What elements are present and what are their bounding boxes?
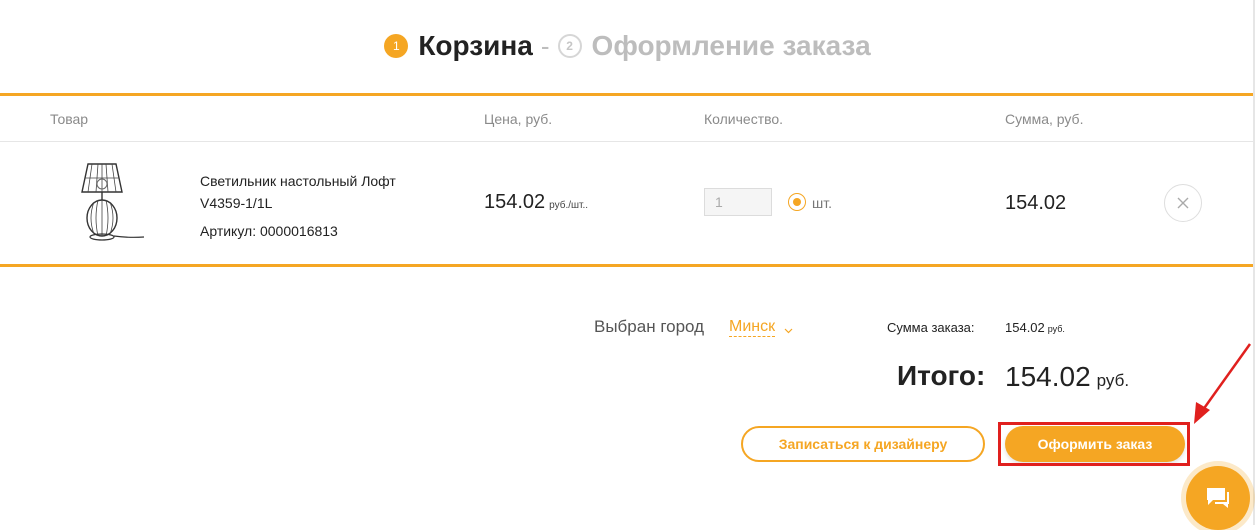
table-top-border <box>0 93 1253 96</box>
table-lamp-icon[interactable] <box>48 158 158 246</box>
annotation-arrow-icon <box>1194 343 1252 424</box>
designer-signup-button[interactable]: Записаться к дизайнеру <box>741 426 985 462</box>
step-1-title: Корзина <box>418 30 533 61</box>
steps-separator: - <box>540 30 550 61</box>
unit-radio[interactable] <box>788 193 806 211</box>
order-sum-label: Сумма заказа: <box>887 320 975 335</box>
product-price: 154.02 руб./шт.. <box>484 191 588 214</box>
annotation-highlight-box <box>998 422 1190 466</box>
city-selector[interactable]: Минск <box>729 318 776 337</box>
row-sum: 154.02 <box>1005 192 1067 214</box>
product-sku: Артикул: 0000016813 <box>200 223 338 239</box>
remove-item-button[interactable] <box>1164 184 1202 222</box>
unit-label: шт. <box>812 195 832 211</box>
price-value: 154.02 <box>484 191 546 213</box>
quantity-input[interactable] <box>704 188 772 216</box>
order-sum-value: 154.02 <box>1005 320 1045 335</box>
total: 154.02 руб. <box>1005 361 1129 393</box>
step-1-number: 1 <box>384 34 409 58</box>
city-label: Выбран город <box>594 317 705 336</box>
order-sum-unit: руб. <box>1047 324 1065 334</box>
total-value: 154.02 <box>1005 361 1091 392</box>
chevron-down-icon[interactable] <box>784 321 793 339</box>
header-divider <box>0 141 1253 142</box>
close-icon <box>1177 197 1189 209</box>
step-2-number: 2 <box>557 34 582 58</box>
product-name[interactable]: Светильник настольный Лофт V4359-1/1L <box>200 170 440 214</box>
checkout-steps: 1 Корзина - 2 Оформление заказа <box>0 24 1255 68</box>
step-2-title[interactable]: Оформление заказа <box>592 30 871 62</box>
chat-icon <box>1207 488 1229 508</box>
table-bottom-border <box>0 264 1253 267</box>
column-header-sum: Сумма, руб. <box>1005 111 1084 127</box>
price-unit: руб./шт.. <box>549 200 589 211</box>
chat-button[interactable] <box>1186 466 1250 530</box>
total-unit: руб. <box>1096 371 1130 390</box>
column-header-price: Цена, руб. <box>484 111 553 127</box>
column-header-product: Товар <box>50 111 89 127</box>
column-header-quantity: Количество. <box>704 111 784 127</box>
order-sum: 154.02 руб. <box>1005 320 1065 335</box>
total-label: Итого: <box>897 360 986 391</box>
